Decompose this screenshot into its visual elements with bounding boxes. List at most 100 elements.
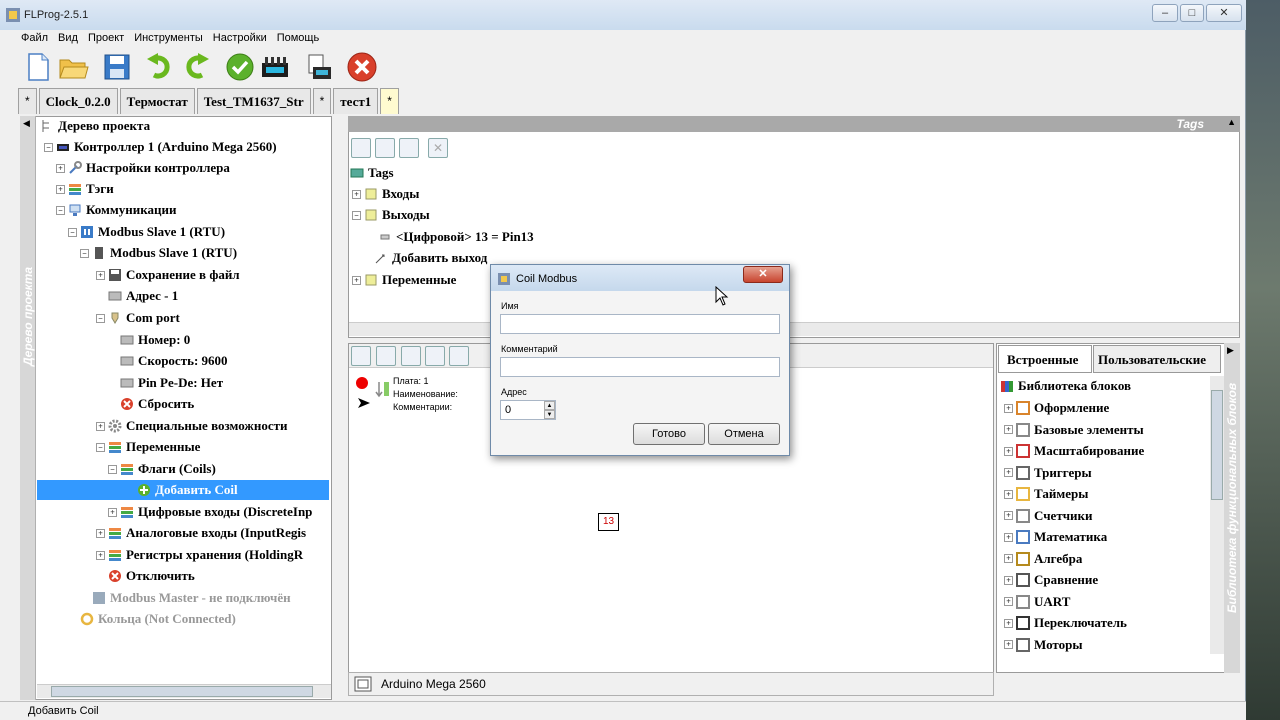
expand-icon[interactable]: + xyxy=(96,528,105,538)
expand-icon[interactable]: + xyxy=(1004,532,1013,542)
expand-icon[interactable]: + xyxy=(1004,575,1013,585)
expand-icon[interactable]: + xyxy=(1004,489,1013,499)
tree-node[interactable]: Отключить xyxy=(108,566,195,586)
tree-node[interactable]: + Тэги xyxy=(56,179,114,199)
tree-node[interactable]: − Флаги (Coils) xyxy=(108,459,216,479)
tree-node[interactable]: − Com port xyxy=(96,308,180,328)
stop-icon[interactable] xyxy=(346,51,378,83)
menu-help[interactable]: Помощь xyxy=(272,30,325,47)
save-icon[interactable] xyxy=(101,51,133,83)
ok-button[interactable]: Готово xyxy=(633,423,705,445)
expand-icon[interactable]: + xyxy=(1004,597,1013,606)
add-tag-button[interactable] xyxy=(351,138,371,158)
dialog-close-button[interactable]: ✕ xyxy=(743,266,783,283)
menu-view[interactable]: Вид xyxy=(53,30,83,47)
tree-node[interactable]: + Сохранение в файл xyxy=(96,265,240,285)
library-item[interactable]: + Счетчики xyxy=(1004,506,1093,526)
tags-tree-node[interactable]: Добавить выход xyxy=(374,248,487,268)
tags-tree-node[interactable]: − Выходы xyxy=(352,205,430,225)
library-item[interactable]: + Масштабирование xyxy=(1004,441,1144,461)
tree-node[interactable]: + Настройки контроллера xyxy=(56,158,230,178)
tree-node[interactable]: − Переменные xyxy=(96,437,200,457)
collapse-icon[interactable]: − xyxy=(68,227,77,237)
upload-icon[interactable] xyxy=(303,51,335,83)
library-item[interactable]: + Моторы xyxy=(1004,635,1083,655)
board-button[interactable] xyxy=(449,346,469,366)
check-icon[interactable] xyxy=(224,51,256,83)
menu-settings[interactable]: Настройки xyxy=(208,30,272,47)
maximize-button[interactable]: □ xyxy=(1180,4,1204,22)
library-root[interactable]: Библиотека блоков xyxy=(1000,376,1131,396)
expand-icon[interactable]: + xyxy=(56,184,65,194)
collapse-icon[interactable]: − xyxy=(96,313,105,323)
library-item[interactable]: + Сравнение xyxy=(1004,570,1098,590)
expand-icon[interactable]: + xyxy=(108,507,117,517)
expand-icon[interactable]: + xyxy=(1004,403,1013,413)
move-down-button[interactable] xyxy=(425,346,445,366)
tree-node-selected[interactable]: Добавить Coil xyxy=(37,480,329,500)
expand-icon[interactable]: + xyxy=(1004,425,1013,434)
close-window-button[interactable]: ✕ xyxy=(1206,4,1242,22)
tab-modified-2[interactable]: * xyxy=(312,88,332,114)
cut-button[interactable] xyxy=(376,346,396,366)
library-item[interactable]: + Алгебра xyxy=(1004,549,1082,569)
expand-icon[interactable]: + xyxy=(1004,468,1013,477)
library-item[interactable]: + Базовые элементы xyxy=(1004,420,1144,440)
tags-horizontal-scrollbar[interactable] xyxy=(349,322,1239,336)
tree-node[interactable]: + Цифровые входы (DiscreteInp xyxy=(108,502,312,522)
library-item[interactable]: + Переключатель xyxy=(1004,613,1127,633)
expand-icon[interactable]: + xyxy=(96,270,105,280)
tags-tree-node[interactable]: <Цифровой> 13 = Pin13 xyxy=(378,227,534,247)
collapse-icon[interactable]: − xyxy=(56,205,65,215)
spinner-down-icon[interactable]: ▼ xyxy=(544,410,555,419)
tree-node[interactable]: Номер: 0 xyxy=(120,330,190,350)
tree-node[interactable]: Сбросить xyxy=(120,394,194,414)
canvas-tool-button[interactable] xyxy=(351,346,371,366)
tree-node[interactable]: − Коммуникации xyxy=(56,200,177,220)
collapse-icon[interactable]: − xyxy=(108,464,117,474)
collapse-library-arrow[interactable]: ▶ xyxy=(1227,345,1234,356)
expand-icon[interactable]: + xyxy=(1004,511,1013,520)
menu-project[interactable]: Проект xyxy=(83,30,129,47)
edit-tag-button[interactable] xyxy=(399,138,419,158)
tags-tree-node[interactable]: Tags xyxy=(350,163,394,183)
menu-tools[interactable]: Инструменты xyxy=(129,30,208,47)
tree-node[interactable]: Кольца (Not Connected) xyxy=(80,609,236,629)
expand-icon[interactable]: + xyxy=(1004,446,1013,456)
library-item[interactable]: + Математика xyxy=(1004,527,1107,547)
collapse-left-arrow[interactable]: ◀ xyxy=(23,118,30,129)
tree-node[interactable]: Адрес - 1 xyxy=(108,286,178,306)
tree-node[interactable]: − Контроллер 1 (Arduino Mega 2560) xyxy=(44,137,277,157)
delete-tag-button[interactable]: ✕ xyxy=(428,138,448,158)
library-item[interactable]: + Оформление xyxy=(1004,398,1109,418)
redo-icon[interactable] xyxy=(180,51,212,83)
tags-tree-node[interactable]: + Переменные xyxy=(352,270,456,290)
expand-icon[interactable]: + xyxy=(96,550,105,560)
library-item[interactable]: + Триггеры xyxy=(1004,463,1092,483)
tree-node[interactable]: Modbus Master - не подключён xyxy=(92,588,291,608)
tree-horizontal-scrollbar[interactable] xyxy=(37,684,331,698)
tree-node[interactable]: Дерево проекта xyxy=(40,116,150,136)
collapse-tags-arrow[interactable]: ▲ xyxy=(1227,117,1236,127)
tab-clock[interactable]: Clock_0.2.0 xyxy=(38,88,118,114)
library-item[interactable]: + UART xyxy=(1004,592,1070,612)
collapse-icon[interactable]: − xyxy=(80,248,89,258)
open-folder-icon[interactable] xyxy=(57,51,89,83)
expand-icon[interactable]: + xyxy=(56,163,65,173)
expand-icon[interactable]: + xyxy=(1004,554,1013,563)
spinner-up-icon[interactable]: ▲ xyxy=(544,401,555,410)
tree-node[interactable]: + Регистры хранения (HoldingR xyxy=(96,545,303,565)
tab-builtin[interactable]: Встроенные xyxy=(998,345,1092,373)
compile-icon[interactable] xyxy=(259,51,291,83)
collapse-icon[interactable]: − xyxy=(44,142,53,152)
collapse-icon[interactable]: − xyxy=(96,442,105,452)
tab-thermostat[interactable]: Термостат xyxy=(119,88,195,114)
tab-test-tm1637[interactable]: Test_TM1637_Str xyxy=(196,88,311,114)
scrollbar-thumb[interactable] xyxy=(51,686,313,697)
comment-input[interactable] xyxy=(500,357,780,377)
tab-modified-1[interactable]: * xyxy=(18,88,37,114)
move-up-button[interactable] xyxy=(401,346,421,366)
pin-block[interactable]: 13 xyxy=(598,513,619,531)
add-tag-group-button[interactable] xyxy=(375,138,395,158)
tab-user[interactable]: Пользовательские xyxy=(1093,345,1221,373)
